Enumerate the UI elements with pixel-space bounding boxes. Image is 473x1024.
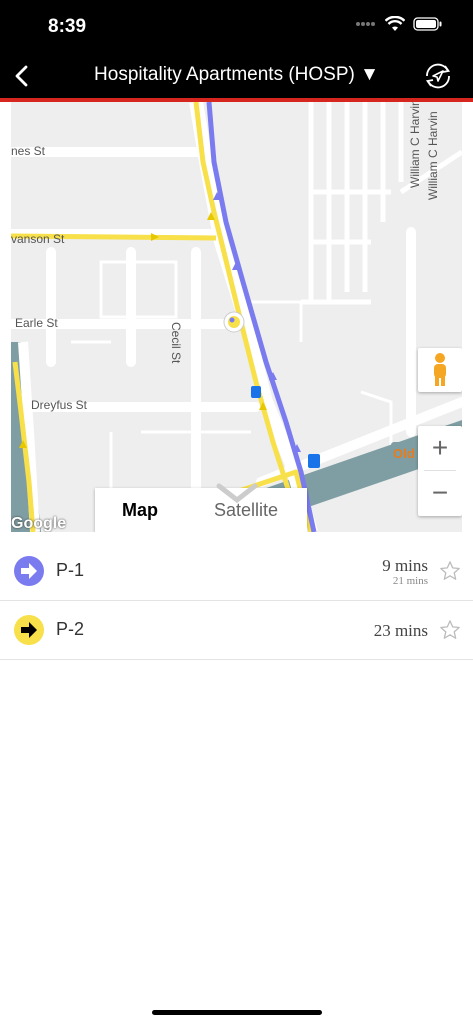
map-label-old: Old <box>393 446 415 461</box>
star-icon[interactable] <box>439 619 461 641</box>
route-name: P-2 <box>56 619 85 639</box>
map-label-earle-st: Earle St <box>15 316 58 330</box>
arrow-right-icon <box>14 556 44 586</box>
route-row-p1[interactable]: P-1 9 mins 21 mins <box>0 542 473 601</box>
pegman-icon <box>434 353 446 386</box>
map-base <box>11 102 462 532</box>
status-time: 8:39 <box>48 16 87 37</box>
map-view[interactable]: nes St vanson St Earle St Dreyfus St Cec… <box>11 102 462 532</box>
street-view-pegman[interactable] <box>418 348 462 392</box>
chevron-down-icon[interactable] <box>215 482 259 504</box>
map-label-william-harvin-1: William C Harvin <box>408 102 422 188</box>
home-indicator[interactable] <box>152 1010 322 1015</box>
refresh-location-icon[interactable] <box>421 59 455 93</box>
map-type-toggle: Map Satellite <box>95 488 307 532</box>
signal-icon <box>356 22 375 26</box>
map-label-nes-st: nes St <box>11 144 46 158</box>
route-next-arrival: 21 mins <box>392 575 428 587</box>
google-logo: Google <box>11 515 67 532</box>
nav-bar: Hospitality Apartments (HOSP) ▼ <box>0 52 473 98</box>
zoom-out-button[interactable]: − <box>418 471 462 515</box>
map-label-william-harvin-2: William C Harvin <box>426 111 440 200</box>
route-row-p2[interactable]: P-2 23 mins <box>0 601 473 660</box>
wifi-icon <box>385 16 405 31</box>
route-name: P-1 <box>56 560 85 580</box>
zoom-controls: + − <box>418 426 462 516</box>
back-icon[interactable] <box>8 62 36 90</box>
route-list: P-1 9 mins 21 mins P-2 23 mins <box>0 542 473 660</box>
zoom-in-button[interactable]: + <box>418 426 462 470</box>
status-icons <box>355 16 443 32</box>
star-icon[interactable] <box>439 560 461 582</box>
route-arrival-time: 9 mins <box>382 556 428 575</box>
stop-title-dropdown[interactable]: Hospitality Apartments (HOSP) ▼ <box>60 64 413 86</box>
status-bar: 8:39 <box>0 0 473 52</box>
map-type-map-button[interactable]: Map <box>95 488 185 532</box>
map-label-vanson-st: vanson St <box>11 232 65 246</box>
map-label-dreyfus-st: Dreyfus St <box>31 398 88 412</box>
battery-icon <box>413 17 442 31</box>
route-arrival-time: 23 mins <box>373 621 428 640</box>
map-label-cecil-st: Cecil St <box>169 322 183 364</box>
arrow-right-icon <box>14 615 44 645</box>
